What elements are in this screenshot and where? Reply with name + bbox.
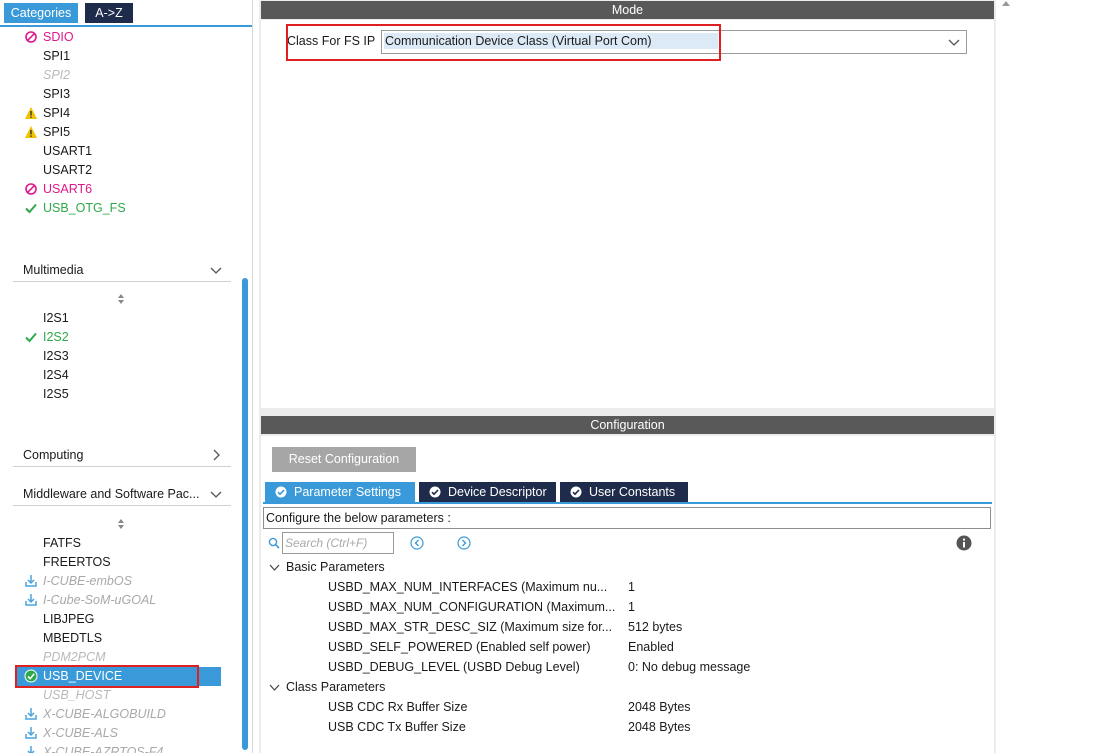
section-computing[interactable]: Computing bbox=[13, 446, 231, 467]
section-multimedia[interactable]: Multimedia bbox=[13, 261, 231, 282]
chevron-right-icon[interactable] bbox=[209, 448, 223, 462]
configure-instructions: Configure the below parameters : bbox=[263, 507, 991, 529]
param-name: USB CDC Rx Buffer Size bbox=[328, 700, 468, 714]
warning-icon bbox=[25, 126, 37, 138]
tab-label: Parameter Settings bbox=[294, 485, 401, 499]
chevron-down-icon[interactable] bbox=[269, 562, 280, 573]
tab-label: Device Descriptor bbox=[448, 485, 547, 499]
param-name: USBD_SELF_POWERED (Enabled self power) bbox=[328, 640, 591, 654]
group-class-parameters[interactable]: Class Parameters bbox=[286, 679, 385, 695]
group-basic-parameters[interactable]: Basic Parameters bbox=[286, 559, 385, 575]
section-title: Computing bbox=[23, 448, 84, 462]
sidebar-item-spi5[interactable]: SPI5 bbox=[43, 124, 70, 140]
param-name: USBD_MAX_STR_DESC_SIZ (Maximum size for.… bbox=[328, 620, 613, 634]
sort-icon[interactable] bbox=[115, 518, 127, 530]
sidebar-item-pdm2pcm[interactable]: PDM2PCM bbox=[43, 649, 106, 665]
sidebar-item-usart6[interactable]: USART6 bbox=[43, 181, 92, 197]
sidebar-item-i2s3[interactable]: I2S3 bbox=[43, 348, 69, 364]
tab-parameter-settings[interactable]: Parameter Settings bbox=[265, 482, 415, 502]
tab-categories[interactable]: Categories bbox=[4, 3, 78, 23]
sidebar-item-i2s2[interactable]: I2S2 bbox=[43, 329, 69, 345]
next-icon[interactable] bbox=[457, 536, 471, 550]
param-value[interactable]: 2048 Bytes bbox=[628, 719, 691, 735]
tab-a-to-z[interactable]: A->Z bbox=[85, 3, 133, 23]
info-icon[interactable] bbox=[956, 535, 972, 551]
sidebar-item-usb-otg-fs[interactable]: USB_OTG_FS bbox=[43, 200, 126, 216]
categories-panel: Categories A->Z SDIO SPI1 SPI2 SPI3 SPI4… bbox=[0, 0, 253, 753]
sidebar-item-spi3[interactable]: SPI3 bbox=[43, 86, 70, 102]
chevron-down-icon[interactable] bbox=[209, 487, 223, 501]
check-circle-icon bbox=[570, 486, 582, 498]
param-value[interactable]: Enabled bbox=[628, 639, 674, 655]
sidebar-item-i2s4[interactable]: I2S4 bbox=[43, 367, 69, 383]
search-icon bbox=[268, 537, 280, 549]
sidebar-item-spi1[interactable]: SPI1 bbox=[43, 48, 70, 64]
section-title: Middleware and Software Pac... bbox=[23, 487, 200, 501]
chevron-down-icon[interactable] bbox=[269, 682, 280, 693]
sidebar-item-i2s1[interactable]: I2S1 bbox=[43, 310, 69, 326]
param-value[interactable]: 1 bbox=[628, 579, 635, 595]
reset-configuration-button[interactable]: Reset Configuration bbox=[272, 447, 416, 472]
panel-tabbar: Categories A->Z bbox=[0, 0, 252, 27]
highlight-box bbox=[15, 665, 199, 688]
param-value[interactable]: 0: No debug message bbox=[628, 659, 750, 675]
sidebar-item-x-cube-algobuild[interactable]: X-CUBE-ALGOBUILD bbox=[43, 706, 166, 722]
sidebar-scrollbar[interactable] bbox=[242, 278, 248, 750]
sidebar-item-usb-host[interactable]: USB_HOST bbox=[43, 687, 110, 703]
sidebar-item-mbedtls[interactable]: MBEDTLS bbox=[43, 630, 102, 646]
sidebar-item-x-cube-als[interactable]: X-CUBE-ALS bbox=[43, 725, 118, 741]
sidebar-item-usart1[interactable]: USART1 bbox=[43, 143, 92, 159]
download-pack-icon bbox=[25, 594, 37, 606]
section-title: Multimedia bbox=[23, 263, 84, 277]
check-circle-icon bbox=[275, 486, 287, 498]
sidebar-item-fatfs[interactable]: FATFS bbox=[43, 535, 81, 551]
tab-user-constants[interactable]: User Constants bbox=[560, 482, 688, 502]
sidebar-item-spi2[interactable]: SPI2 bbox=[43, 67, 70, 83]
checkmark-icon bbox=[25, 203, 37, 214]
tab-device-descriptor[interactable]: Device Descriptor bbox=[419, 482, 556, 502]
checkmark-icon bbox=[25, 332, 37, 343]
param-name: USBD_MAX_NUM_INTERFACES (Maximum nu... bbox=[328, 580, 608, 594]
sidebar-item-libjpeg[interactable]: LIBJPEG bbox=[43, 611, 94, 627]
disabled-icon bbox=[25, 183, 37, 195]
download-pack-icon bbox=[27, 746, 35, 753]
param-name: USBD_MAX_NUM_CONFIGURATION (Maximum... bbox=[328, 600, 616, 614]
section-middleware[interactable]: Middleware and Software Pac... bbox=[13, 485, 231, 506]
check-circle-icon bbox=[429, 486, 441, 498]
sort-icon[interactable] bbox=[115, 293, 127, 305]
sidebar-item-x-cube-azrtos-f4[interactable]: X-CUBE-AZRTOS-F4 bbox=[43, 744, 163, 753]
download-pack-icon bbox=[25, 727, 37, 739]
param-value[interactable]: 1 bbox=[628, 599, 635, 615]
param-name: USBD_DEBUG_LEVEL (USBD Debug Level) bbox=[328, 660, 580, 674]
download-pack-icon bbox=[25, 575, 37, 587]
param-name: USB CDC Tx Buffer Size bbox=[328, 720, 466, 734]
warning-icon bbox=[25, 107, 37, 119]
param-value[interactable]: 2048 Bytes bbox=[628, 699, 691, 715]
sidebar-item-i-cube-som-ugoal[interactable]: I-Cube-SoM-uGOAL bbox=[43, 592, 156, 608]
param-value[interactable]: 512 bytes bbox=[628, 619, 682, 635]
search-input[interactable]: Search (Ctrl+F) bbox=[282, 532, 394, 554]
sidebar-item-spi4[interactable]: SPI4 bbox=[43, 105, 70, 121]
previous-icon[interactable] bbox=[410, 536, 424, 550]
sidebar-item-i2s5[interactable]: I2S5 bbox=[43, 386, 69, 402]
sidebar-item-usart2[interactable]: USART2 bbox=[43, 162, 92, 178]
tab-underline bbox=[263, 502, 992, 504]
tab-label: User Constants bbox=[589, 485, 676, 499]
sidebar-item-i-cube-embos[interactable]: I-CUBE-embOS bbox=[43, 573, 132, 589]
chevron-down-icon[interactable] bbox=[948, 36, 960, 48]
chevron-down-icon[interactable] bbox=[209, 263, 223, 277]
disabled-icon bbox=[25, 31, 37, 43]
scroll-up-icon[interactable] bbox=[1000, 0, 1012, 8]
mode-panel bbox=[261, 20, 994, 408]
mode-header: Mode bbox=[261, 1, 994, 19]
highlight-box bbox=[286, 24, 721, 61]
sidebar-item-freertos[interactable]: FREERTOS bbox=[43, 554, 111, 570]
sidebar-item-sdio[interactable]: SDIO bbox=[43, 29, 74, 45]
configuration-header: Configuration bbox=[261, 416, 994, 434]
download-pack-icon bbox=[25, 708, 37, 720]
